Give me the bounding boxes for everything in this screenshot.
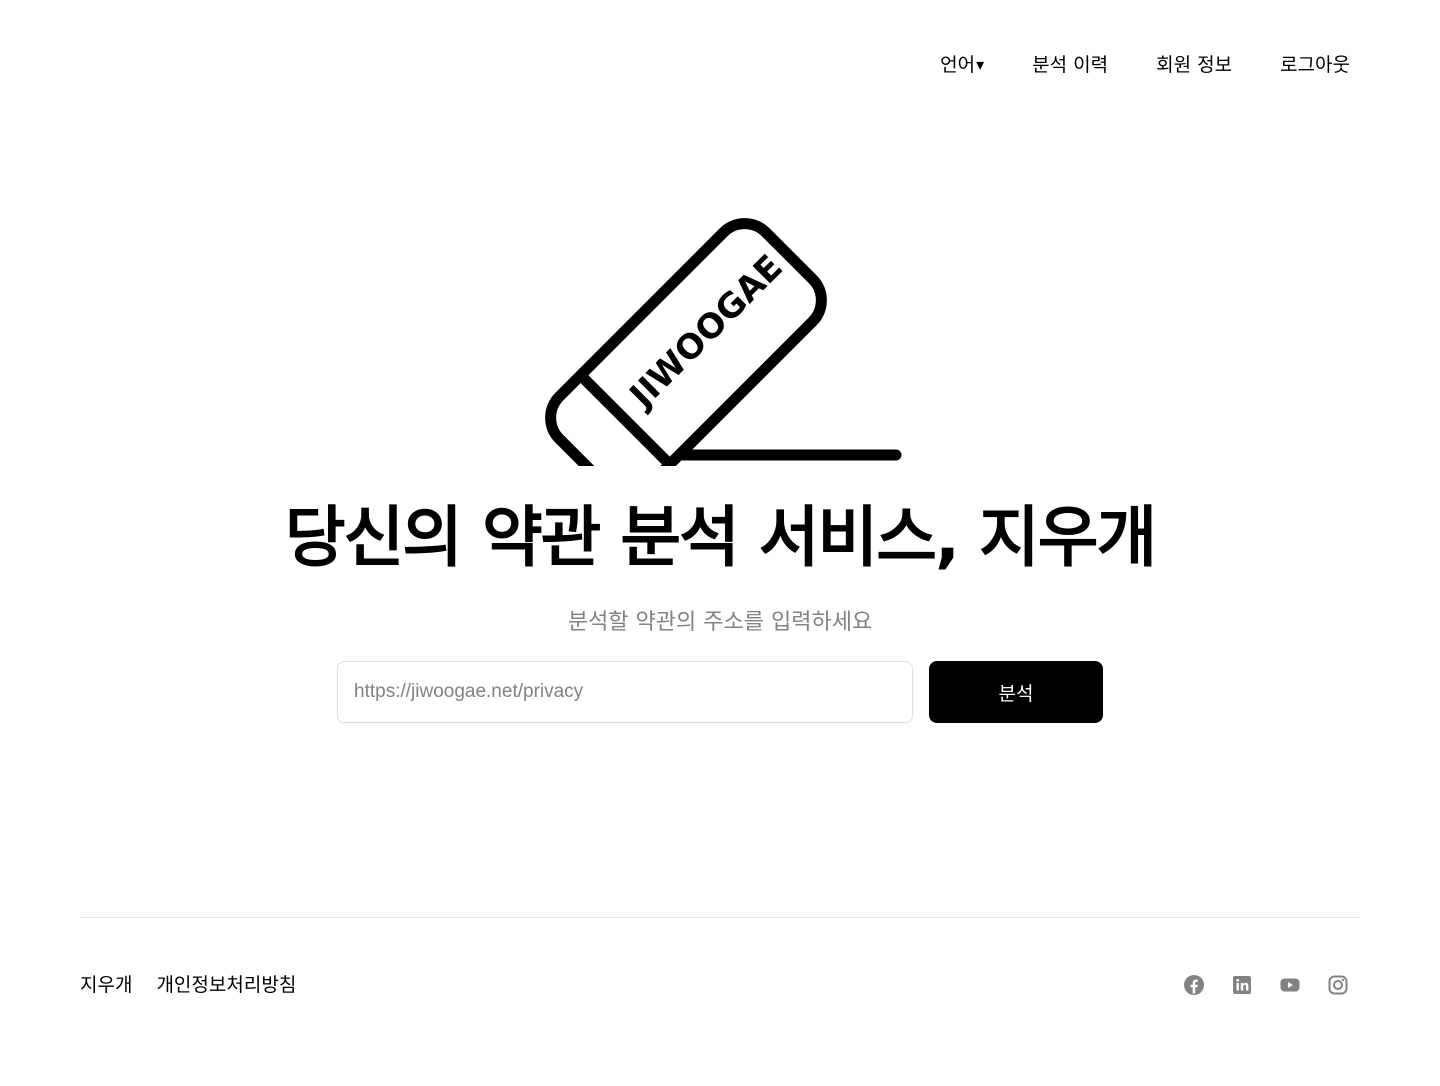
youtube-icon[interactable] (1278, 973, 1302, 997)
language-label: 언어 (940, 54, 976, 76)
hero-title: 당신의 약관 분석 서비스, 지우개 (284, 499, 1157, 576)
linkedin-icon[interactable] (1230, 973, 1254, 997)
footer-privacy-policy-link[interactable]: 개인정보처리방침 (156, 970, 296, 997)
language-dropdown[interactable]: 언어 ▾ (940, 50, 984, 77)
facebook-icon[interactable] (1182, 973, 1206, 997)
top-nav: 언어 ▾ 분석 이력 회원 정보 로그아웃 (940, 50, 1350, 77)
social-links (1182, 973, 1350, 997)
page: 언어 ▾ 분석 이력 회원 정보 로그아웃 JIWOOGAE 당신의 약관 분석… (0, 0, 1440, 1086)
nav-logout[interactable]: 로그아웃 (1280, 50, 1350, 77)
instagram-icon[interactable] (1326, 973, 1350, 997)
footer-brand-link[interactable]: 지우개 (80, 970, 132, 997)
footer-divider (80, 917, 1360, 918)
hero-subtitle: 분석할 약관의 주소를 입력하세요 (567, 610, 873, 635)
footer-links: 지우개 개인정보처리방침 (80, 970, 296, 997)
analyze-button[interactable]: 분석 (929, 661, 1103, 723)
nav-member-info[interactable]: 회원 정보 (1156, 50, 1232, 77)
caret-down-icon: ▾ (976, 55, 985, 74)
nav-analysis-history[interactable]: 분석 이력 (1032, 50, 1108, 77)
jiwoogae-eraser-logo: JIWOOGAE (545, 218, 902, 466)
terms-url-input[interactable] (337, 661, 913, 723)
